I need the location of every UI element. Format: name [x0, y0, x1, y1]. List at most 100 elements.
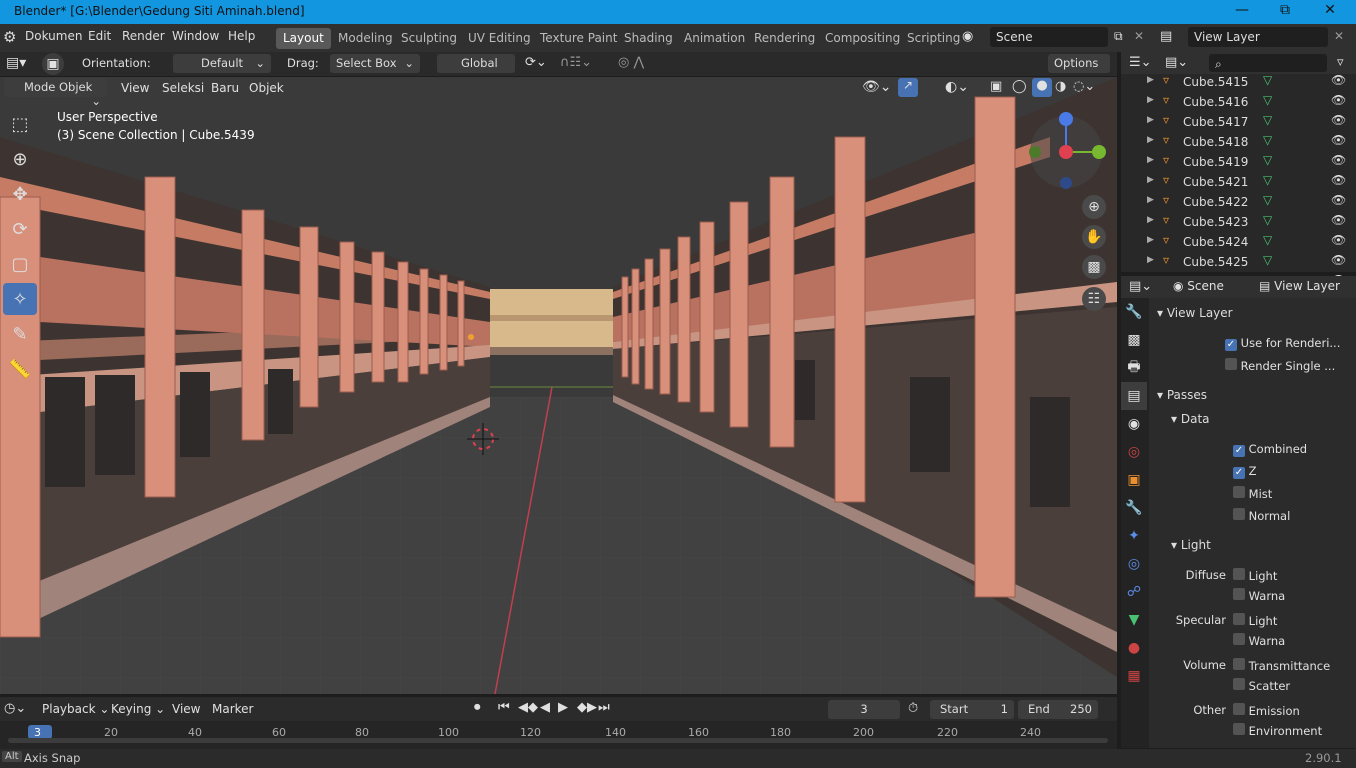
outliner-row[interactable]: ▶ ▿ Cube.5424 ▽ 👁	[1121, 232, 1356, 252]
light-pass-checkbox[interactable]: Environment	[1233, 723, 1322, 738]
gizmo-toggle-icon[interactable]: ↗	[898, 78, 918, 97]
expand-arrow-icon[interactable]: ▶	[1147, 155, 1154, 165]
zoom-icon[interactable]: ⊕	[1082, 195, 1106, 219]
move-tool-icon[interactable]: ✥	[3, 178, 37, 210]
select-tool-icon[interactable]: ▣	[42, 53, 64, 75]
visibility-eye-icon[interactable]: 👁	[1331, 233, 1346, 247]
scale-tool-icon[interactable]: ▢	[3, 248, 37, 280]
light-pass-checkbox[interactable]: Light	[1233, 613, 1277, 628]
render-single-layer-checkbox[interactable]: Render Single ...	[1225, 358, 1335, 373]
expand-arrow-icon[interactable]: ▶	[1147, 115, 1154, 125]
menu-dokumen[interactable]: Dokumen	[25, 29, 82, 43]
tab-uv-editing[interactable]: UV Editing	[461, 28, 538, 49]
proportional-edit-icon[interactable]: ◎ ⋀	[618, 55, 644, 70]
menu-playback[interactable]: Playback ⌄	[42, 702, 109, 716]
menu-keying[interactable]: Keying ⌄	[111, 702, 165, 716]
scene-icon[interactable]: ◉	[962, 29, 973, 44]
light-pass-checkbox[interactable]: Emission	[1233, 703, 1300, 718]
pass-checkbox-z[interactable]: ✓ Z	[1233, 464, 1257, 479]
outliner-row[interactable]: ▶ ▿ Cube.5422 ▽ 👁	[1121, 192, 1356, 212]
light-pass-checkbox[interactable]: Scatter	[1233, 678, 1290, 693]
filter-icon[interactable]: ▿	[1337, 55, 1344, 70]
pass-checkbox-mist[interactable]: Mist	[1233, 486, 1272, 501]
view-layer-icon[interactable]: ▤	[1160, 29, 1172, 44]
transform-tool-icon[interactable]: ✧	[3, 283, 37, 315]
outliner-row[interactable]: ▶ ▿ Cube.5417 ▽ 👁	[1121, 112, 1356, 132]
light-pass-checkbox[interactable]: Transmittance	[1233, 658, 1330, 673]
pivot-icon[interactable]: ⟳⌄	[525, 55, 547, 70]
editor-type-icon[interactable]: ◷⌄	[4, 701, 26, 716]
view-layer-selector[interactable]: View Layer	[1188, 27, 1328, 47]
light-pass-checkbox[interactable]: Warna	[1233, 588, 1285, 603]
minimize-icon[interactable]: —	[1232, 2, 1252, 22]
xray-icon[interactable]: ▣	[990, 79, 1002, 94]
tool-tab-icon[interactable]: 🔧	[1121, 298, 1147, 326]
play-reverse-icon[interactable]: ◀	[540, 700, 550, 715]
start-frame-field[interactable]: Start 1	[930, 700, 1014, 719]
tab-modeling[interactable]: Modeling	[331, 28, 400, 49]
menu-edit[interactable]: Edit	[88, 29, 111, 43]
blender-logo-icon[interactable]: ⚙	[3, 28, 16, 46]
delete-view-layer-icon[interactable]: ✕	[1334, 29, 1344, 43]
close-icon[interactable]: ✕	[1320, 2, 1340, 22]
mode-dropdown[interactable]: Mode Objek ⌄	[4, 78, 107, 108]
prev-keyframe-icon[interactable]: ◀◆	[518, 700, 538, 715]
play-icon[interactable]: ▶	[558, 700, 568, 715]
menu-seleksi[interactable]: Seleksi	[162, 81, 204, 95]
visibility-eye-icon[interactable]: 👁	[1331, 73, 1346, 87]
jump-end-icon[interactable]: ⏭	[598, 700, 610, 715]
maximize-icon[interactable]: ⧉	[1275, 2, 1295, 22]
perspective-grid-icon[interactable]: ☷	[1082, 287, 1106, 311]
menu-view[interactable]: View	[121, 81, 149, 95]
shading-solid-icon[interactable]: ●	[1032, 78, 1052, 97]
outliner-row[interactable]: ▶ ▿ Cube.5423 ▽ 👁	[1121, 212, 1356, 232]
menu-help[interactable]: Help	[228, 29, 255, 43]
expand-arrow-icon[interactable]: ▶	[1147, 215, 1154, 225]
record-icon[interactable]: ⏺	[474, 700, 481, 715]
end-frame-field[interactable]: End 250	[1018, 700, 1098, 719]
texture-tab-icon[interactable]: ▦	[1121, 662, 1147, 690]
use-for-rendering-checkbox[interactable]: ✓ Use for Renderi...	[1225, 336, 1340, 351]
physics-tab-icon[interactable]: ◎	[1121, 550, 1147, 578]
expand-arrow-icon[interactable]: ▶	[1147, 255, 1154, 265]
constraints-tab-icon[interactable]: ☍	[1121, 578, 1147, 606]
measure-tool-icon[interactable]: 📏	[3, 353, 37, 385]
menu-objek[interactable]: Objek	[249, 81, 284, 95]
menu-view[interactable]: View	[172, 702, 200, 716]
outliner-row[interactable]: ▶ ▿ Cube.5415 ▽ 👁	[1121, 72, 1356, 92]
options-dropdown[interactable]: Options⌄	[1048, 54, 1110, 84]
overlay-icon[interactable]: ◐⌄	[945, 79, 969, 95]
pass-checkbox-combined[interactable]: ✓ Combined	[1233, 442, 1307, 457]
modifier-tab-icon[interactable]: 🔧	[1121, 494, 1147, 522]
tab-scripting[interactable]: Scripting	[900, 28, 967, 49]
light-pass-checkbox[interactable]: Light	[1233, 568, 1277, 583]
outliner-row[interactable]: ▶ ▿ Cube.5421 ▽ 👁	[1121, 172, 1356, 192]
shading-material-icon[interactable]: ◑	[1055, 79, 1066, 94]
outliner-search-input[interactable]: ⌕	[1209, 54, 1327, 72]
select-box-icon[interactable]: ⬚	[3, 108, 37, 140]
menu-window[interactable]: Window	[172, 29, 219, 43]
scene-tab-icon[interactable]: ◉	[1121, 410, 1147, 438]
editor-type-icon[interactable]: ▤⌄	[1129, 279, 1152, 294]
light-subsection[interactable]: ▾ Light	[1171, 538, 1211, 552]
rotate-tool-icon[interactable]: ⟳	[3, 213, 37, 245]
pan-hand-icon[interactable]: ✋	[1082, 225, 1106, 249]
tab-shading[interactable]: Shading	[617, 28, 680, 49]
tab-layout[interactable]: Layout	[276, 28, 331, 49]
editor-type-icon[interactable]: ▤▾	[6, 55, 26, 71]
next-keyframe-icon[interactable]: ◆▶	[577, 700, 597, 715]
menu-marker[interactable]: Marker	[212, 702, 253, 716]
tab-texture-paint[interactable]: Texture Paint	[533, 28, 624, 49]
cursor-tool-icon[interactable]: ⊕	[3, 143, 37, 175]
tab-rendering[interactable]: Rendering	[747, 28, 822, 49]
current-frame-field[interactable]: 3	[828, 700, 900, 719]
light-pass-checkbox[interactable]: Warna	[1233, 633, 1285, 648]
tab-sculpting[interactable]: Sculpting	[394, 28, 464, 49]
visibility-eye-icon[interactable]: 👁	[1331, 133, 1346, 147]
orientation-dropdown[interactable]: Default ⌄	[173, 54, 271, 73]
visibility-icon[interactable]: 👁⌄	[862, 79, 892, 95]
data-subsection[interactable]: ▾ Data	[1171, 412, 1210, 426]
data-tab-icon[interactable]: ▼	[1121, 606, 1147, 634]
drag-dropdown[interactable]: Select Box ⌄	[330, 54, 420, 73]
expand-arrow-icon[interactable]: ▶	[1147, 135, 1154, 145]
